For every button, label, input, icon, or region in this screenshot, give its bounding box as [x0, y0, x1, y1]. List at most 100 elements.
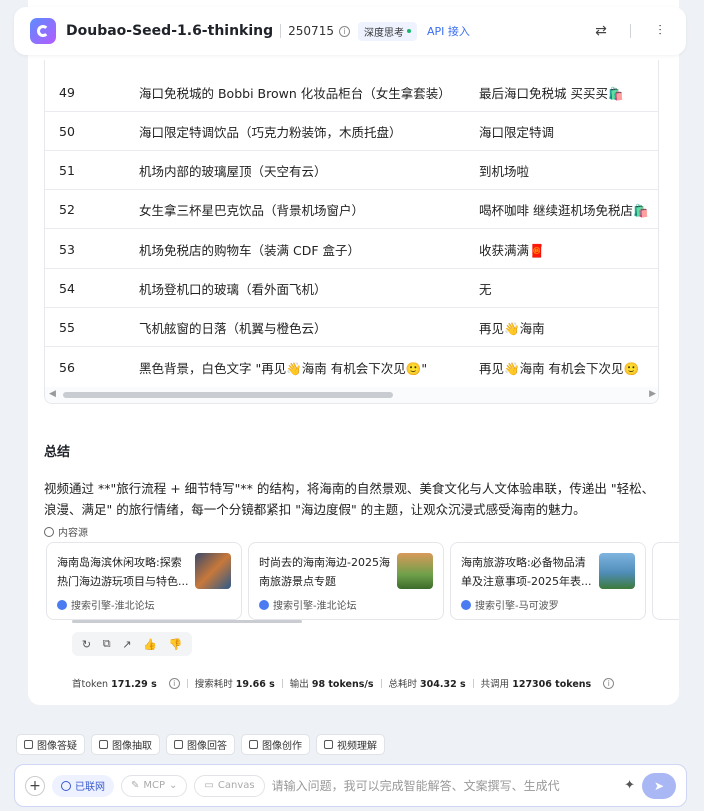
row-scene: 海口免税城的 Bobbi Brown 化妆品柜台（女生拿套装）: [139, 85, 451, 101]
table-row: 55 飞机舷窗的日落（机翼与橙色云） 再见👋海南: [45, 308, 658, 347]
doubao-logo-icon: [30, 18, 56, 44]
source-card[interactable]: 海南岛海滨休闲攻略:探索热门海边游玩项目与特色... 搜索引擎-淮北论坛: [46, 542, 242, 620]
document-icon: [174, 740, 183, 749]
thumbs-down-icon[interactable]: 👎: [168, 638, 182, 651]
settings-sliders-icon[interactable]: ⫶: [650, 21, 670, 41]
table-row: 56 黑色背景，白色文字 "再见👋海南 有机会下次见🙂" 再见👋海南 有机会下次…: [45, 348, 658, 387]
swap-icon[interactable]: ⇄: [591, 21, 611, 41]
send-button[interactable]: ➤: [642, 772, 676, 799]
table-row: 52 女生拿三杯星巴克饮品（背景机场窗户） 喝杯咖啡 继续逛机场免税店🛍️: [45, 190, 658, 229]
message-actions: ↻ ⧉ ↗ 👍 👎: [72, 632, 192, 656]
row-number: 50: [59, 123, 75, 139]
row-scene: 飞机舷窗的日落（机翼与橙色云）: [139, 320, 327, 336]
row-caption: 再见👋海南 有机会下次见🙂: [479, 361, 640, 376]
source-card-partial[interactable]: [652, 542, 679, 620]
sources-scrollbar[interactable]: [72, 620, 302, 623]
row-number: 56: [59, 360, 75, 375]
video-icon: [324, 740, 333, 749]
tool-chips: 图像答疑 图像抽取 图像回答 图像创作 视频理解: [16, 734, 385, 755]
source-title: 海南旅游攻略:必备物品清单及注意事项-2025年表...: [461, 556, 592, 588]
response-card: 49 海口免税城的 Bobbi Brown 化妆品柜台（女生拿套装） 最后海口免…: [28, 0, 679, 705]
row-caption: 海口限定特调: [479, 124, 555, 140]
source-title: 时尚去的海南海边-2025海南旅游景点专题: [259, 556, 390, 588]
image-icon: [99, 740, 108, 749]
scroll-right-icon[interactable]: ▶: [649, 389, 656, 399]
image-answer-button[interactable]: 图像回答: [166, 734, 235, 755]
deep-thinking-label: 深度思考: [363, 27, 404, 39]
image-extract-button[interactable]: 图像抽取: [91, 734, 160, 755]
sources-label-text: 内容源: [58, 528, 88, 539]
scrollbar-thumb[interactable]: [63, 392, 393, 398]
stats-bar: 首token 171.29 s i 搜索耗时 19.66 s 输出 98 tok…: [72, 676, 615, 690]
row-scene: 女生拿三杯星巴克饮品（背景机场窗户）: [139, 202, 365, 218]
table-row: 53 机场免税店的购物车（装满 CDF 盒子） 收获满满🧧: [45, 230, 658, 269]
table-row: 50 海口限定特调饮品（巧克力粉装饰，木质托盘） 海口限定特调: [45, 112, 658, 151]
model-version: 250715: [288, 24, 334, 38]
row-number: 55: [59, 319, 75, 335]
source-meta: 搜索引擎-淮北论坛: [57, 597, 155, 612]
add-attachment-icon[interactable]: +: [25, 775, 45, 796]
image-qa-button[interactable]: 图像答疑: [16, 734, 85, 755]
magic-wand-icon[interactable]: ✦: [624, 778, 635, 793]
canvas-icon: ▭: [204, 780, 214, 791]
model-header: Doubao-Seed-1.6-thinking 250715 i 深度思考 A…: [14, 7, 686, 55]
bulb-icon: [24, 740, 33, 749]
first-token-stat: 首token 171.29 s: [72, 679, 157, 690]
chat-input[interactable]: [271, 778, 618, 793]
globe-icon: [44, 526, 54, 537]
web-search-toggle[interactable]: 已联网: [52, 774, 114, 797]
output-rate-stat: 输出 98 tokens/s: [289, 679, 374, 690]
source-thumbnail: [397, 553, 433, 589]
image-create-button[interactable]: 图像创作: [241, 734, 310, 755]
plug-icon: ✎: [131, 780, 140, 791]
info-icon[interactable]: i: [168, 677, 180, 689]
mcp-toggle[interactable]: ✎ MCP ⌄: [121, 774, 188, 797]
api-access-link[interactable]: API 接入: [427, 23, 470, 39]
row-number: 52: [59, 201, 75, 217]
source-meta: 搜索引擎-淮北论坛: [259, 597, 357, 612]
horizontal-scrollbar[interactable]: ◀ ▶: [45, 387, 658, 403]
table-row: 54 机场登机口的玻璃（看外面飞机） 无: [45, 269, 658, 308]
divider: [280, 24, 282, 38]
copy-icon[interactable]: ⧉: [103, 637, 111, 651]
sources-label: 内容源: [44, 524, 88, 539]
row-scene: 黑色背景，白色文字 "再见👋海南 有机会下次见🙂": [139, 361, 428, 376]
divider: [380, 678, 382, 688]
storyboard-table: 49 海口免税城的 Bobbi Brown 化妆品柜台（女生拿套装） 最后海口免…: [44, 60, 659, 404]
row-caption: 再见👋海南: [479, 320, 545, 336]
canvas-toggle[interactable]: ▭ Canvas: [194, 774, 265, 797]
share-icon[interactable]: ↗: [122, 638, 131, 651]
table-row: 51 机场内部的玻璃屋顶（天空有云） 到机场啦: [45, 151, 658, 190]
source-card[interactable]: 时尚去的海南海边-2025海南旅游景点专题 搜索引擎-淮北论坛: [248, 542, 444, 620]
row-scene: 机场登机口的玻璃（看外面飞机）: [139, 281, 327, 297]
source-meta-text: 搜索引擎-马可波罗: [475, 601, 559, 612]
row-number: 51: [59, 162, 75, 178]
source-card[interactable]: 海南旅游攻略:必备物品清单及注意事项-2025年表... 搜索引擎-马可波罗: [450, 542, 646, 620]
search-engine-icon: [57, 599, 67, 610]
source-title: 海南岛海滨休闲攻略:探索热门海边游玩项目与特色...: [57, 556, 189, 588]
row-caption: 无: [479, 281, 492, 297]
source-meta: 搜索引擎-马可波罗: [461, 597, 559, 612]
info-icon[interactable]: i: [603, 677, 615, 689]
deep-thinking-tag[interactable]: 深度思考: [357, 21, 417, 41]
source-meta-text: 搜索引擎-淮北论坛: [273, 601, 357, 612]
row-caption: 喝杯咖啡 继续逛机场免税店🛍️: [479, 202, 649, 218]
row-number: 54: [59, 280, 75, 296]
scroll-left-icon[interactable]: ◀: [49, 389, 56, 399]
row-caption: 最后海口免税城 买买买🛍️: [479, 85, 624, 101]
divider: [281, 678, 283, 688]
row-number: 49: [59, 84, 75, 100]
summary-heading: 总结: [44, 445, 71, 460]
chat-input-bar: + 已联网 ✎MCP⌄ ▭Canvas ✦ ➤: [14, 764, 687, 807]
total-tokens-stat: 共调用 127306 tokens: [480, 679, 592, 690]
divider: [472, 678, 474, 688]
table-row: 49 海口免税城的 Bobbi Brown 化妆品柜台（女生拿套装） 最后海口免…: [45, 73, 658, 112]
thumbs-up-icon[interactable]: 👍: [143, 638, 157, 651]
row-scene: 海口限定特调饮品（巧克力粉装饰，木质托盘）: [139, 124, 402, 140]
regenerate-icon[interactable]: ↻: [82, 638, 91, 651]
info-icon[interactable]: i: [338, 25, 350, 37]
row-scene: 机场免税店的购物车（装满 CDF 盒子）: [139, 242, 360, 258]
picture-icon: [249, 740, 258, 749]
video-understand-button[interactable]: 视频理解: [316, 734, 385, 755]
model-name[interactable]: Doubao-Seed-1.6-thinking: [66, 23, 273, 39]
